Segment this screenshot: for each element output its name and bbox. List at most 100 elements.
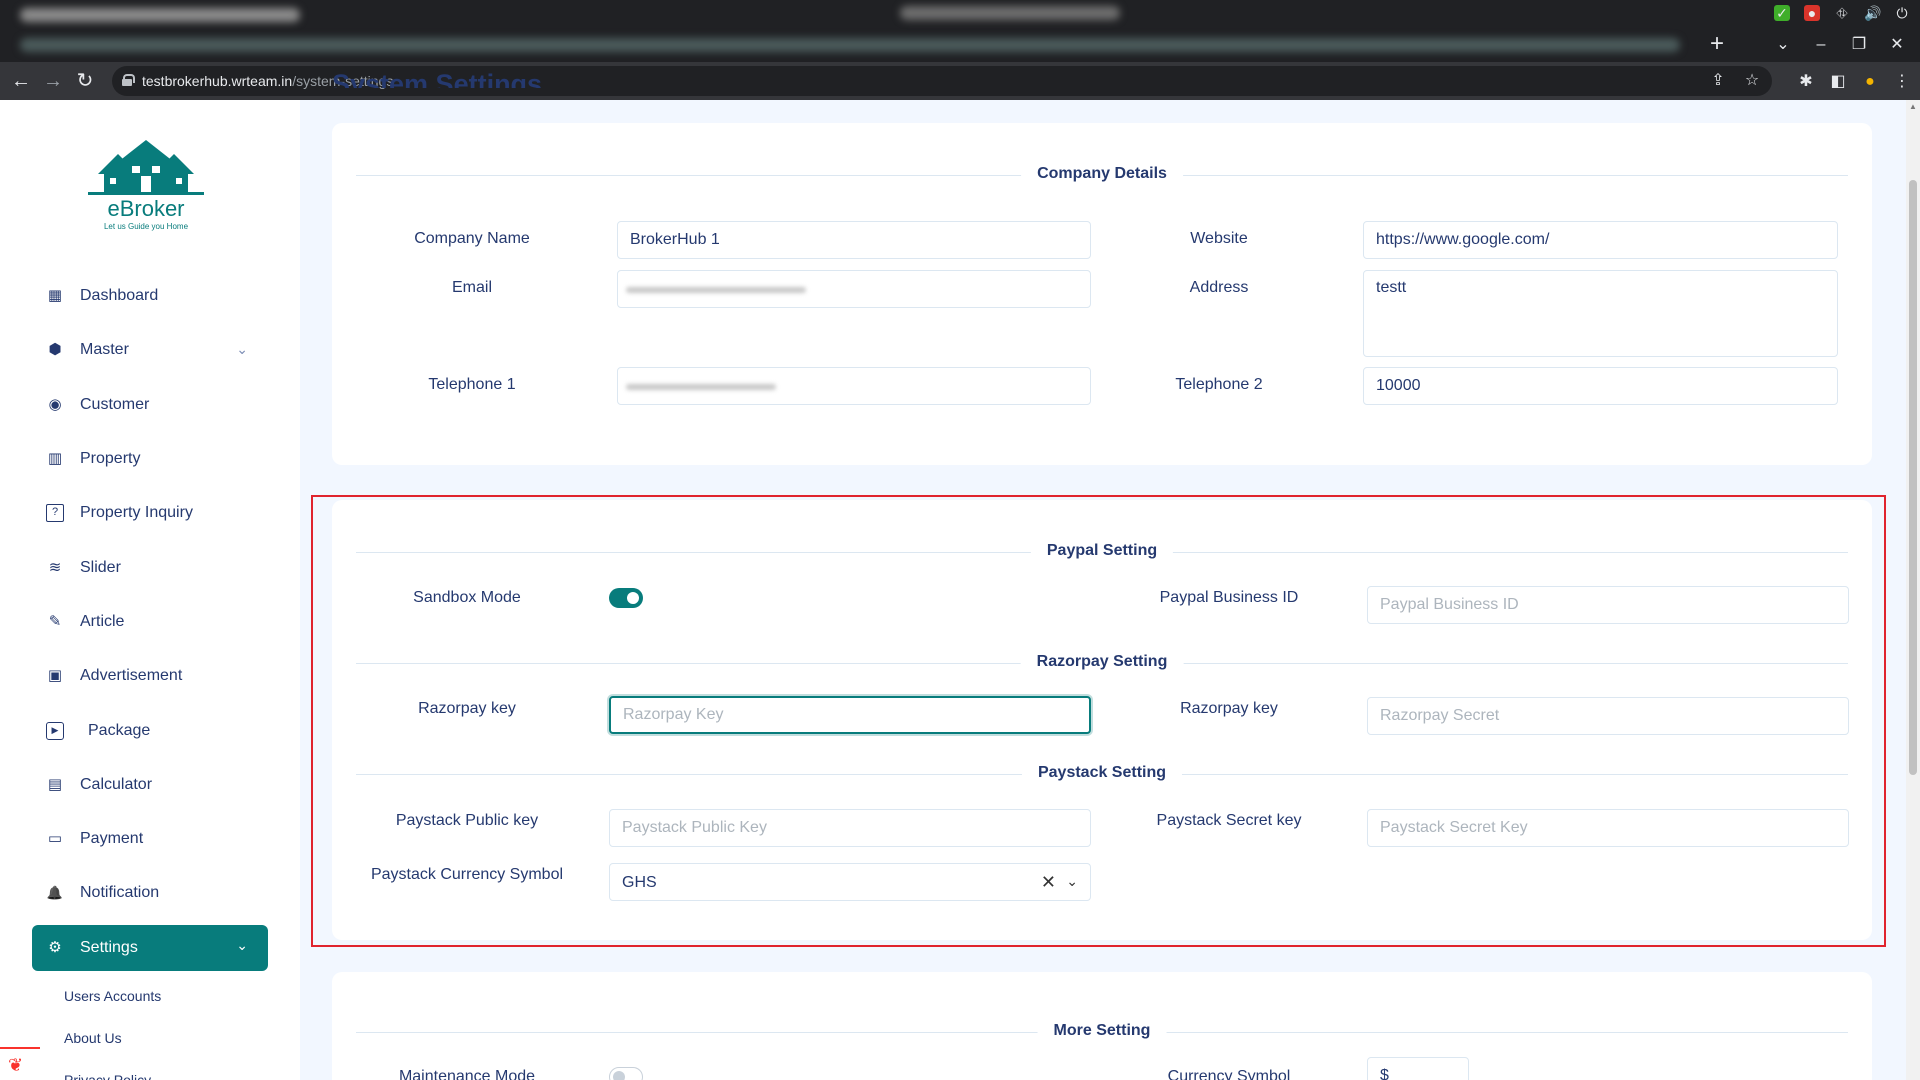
- highlight-box: [311, 495, 1886, 947]
- company-details-heading: Company Details: [356, 165, 1848, 185]
- telephone1-input[interactable]: [617, 367, 1091, 405]
- dashboard-icon: ▦: [47, 287, 63, 305]
- blurred-phone: [626, 384, 776, 390]
- sidebar-item-label: Property: [80, 450, 141, 468]
- submenu-item-about-us[interactable]: About Us: [64, 1017, 268, 1059]
- power-icon[interactable]: ⏻: [1894, 5, 1910, 21]
- restore-icon[interactable]: ❐: [1850, 35, 1868, 55]
- currency-symbol-input[interactable]: [1367, 1057, 1469, 1080]
- sidebar-item-article[interactable]: ✎ Article: [32, 595, 268, 649]
- house-logo-icon: [88, 140, 204, 195]
- calculator-icon: ▤: [47, 775, 63, 793]
- email-label: Email: [451, 279, 492, 296]
- browser-menu-icon[interactable]: ⋮: [1892, 72, 1912, 92]
- sidebar-item-label: Payment: [80, 830, 144, 848]
- sidebar-item-label: Customer: [80, 395, 150, 413]
- browser-tab-strip: ✓ ● ⛗ 🔊 ⏻ + ⌄ – ❐ ✕: [0, 0, 1920, 62]
- network-icon[interactable]: ⛗: [1834, 5, 1850, 21]
- sidebar-item-label: Advertisement: [80, 667, 183, 685]
- company-name-label: Company Name: [414, 230, 530, 247]
- laravel-debugbar[interactable]: ❦: [0, 1047, 40, 1080]
- blurred-tab: [20, 8, 300, 22]
- minimize-icon[interactable]: –: [1812, 35, 1830, 55]
- window-controls: ⌄ – ❐ ✕: [1774, 34, 1920, 56]
- sidebar-item-customer[interactable]: ◉ Customer: [32, 378, 268, 432]
- submenu-item-privacy-policy[interactable]: Privacy Policy: [64, 1059, 268, 1080]
- email-input[interactable]: [617, 270, 1091, 308]
- settings-submenu: Users Accounts About Us Privacy Policy: [32, 975, 268, 1080]
- blurred-tab: [900, 6, 1120, 20]
- brand-tagline: Let us Guide you Home: [103, 222, 189, 231]
- sidebar-item-advertisement[interactable]: ▣ Advertisement: [32, 649, 268, 703]
- sliders-icon: ≋: [48, 558, 62, 576]
- sidebar-item-master[interactable]: ⬢ Master ⌄: [32, 323, 268, 377]
- new-tab-button[interactable]: +: [1710, 32, 1724, 56]
- company-details-card: Company Details Company Name Website Ema…: [332, 123, 1872, 465]
- blurred-email: [626, 287, 806, 293]
- sidebar-item-notification[interactable]: 🔔 Notification: [32, 866, 268, 920]
- company-name-input[interactable]: [617, 221, 1091, 259]
- cash-icon: ▭: [47, 830, 63, 848]
- website-input[interactable]: [1363, 221, 1838, 259]
- volume-icon[interactable]: 🔊: [1864, 5, 1881, 21]
- more-setting-card: More Setting Maintenance Mode Currency S…: [332, 972, 1872, 1080]
- close-icon[interactable]: ✕: [1888, 35, 1906, 55]
- scrollbar-thumb[interactable]: [1909, 180, 1917, 775]
- sidebar-menu: ▦ Dashboard ⬢ Master ⌄ ◉ Customer ▥ Property …: [32, 269, 268, 1080]
- submenu-item-users-accounts[interactable]: Users Accounts: [64, 975, 268, 1017]
- address-bar: ← → ↻ testbrokerhub.wrteam.in/system-set…: [0, 62, 1920, 100]
- share-icon[interactable]: ⇪: [1708, 71, 1728, 91]
- recorder-icon[interactable]: ●: [1804, 5, 1820, 21]
- sidebar-item-label: Calculator: [80, 775, 153, 793]
- website-label: Website: [1190, 230, 1248, 247]
- sidebar-item-calculator[interactable]: ▤ Calculator: [32, 758, 268, 812]
- video-box-icon: ▶: [46, 721, 64, 740]
- side-panel-icon[interactable]: ◧: [1828, 72, 1848, 92]
- section-title: More Setting: [1037, 1022, 1167, 1040]
- sidebar-item-package[interactable]: ▶ Package: [32, 703, 268, 757]
- sidebar-item-property[interactable]: ▥ Property: [32, 432, 268, 486]
- ebroker-logo[interactable]: eBroker Let us Guide you Home: [88, 136, 204, 236]
- sidebar-item-label: Slider: [80, 558, 121, 576]
- tab-search-icon[interactable]: ⌄: [1774, 35, 1792, 55]
- sidebar-item-label: Settings: [80, 938, 138, 956]
- scroll-up-icon[interactable]: ▲: [1909, 102, 1917, 111]
- brand-name: eBroker: [107, 196, 185, 221]
- telephone1-label: Telephone 1: [428, 376, 516, 393]
- more-setting-heading: More Setting: [356, 1022, 1848, 1042]
- profile-avatar-icon[interactable]: ●: [1860, 72, 1880, 92]
- sidebar-item-label: Master: [80, 341, 129, 359]
- maintenance-mode-toggle[interactable]: [609, 1067, 643, 1080]
- system-tray: ✓ ● ⛗ 🔊 ⏻: [1774, 4, 1910, 22]
- chevron-down-icon: ⌄: [236, 936, 248, 953]
- sidebar-item-dashboard[interactable]: ▦ Dashboard: [32, 269, 268, 323]
- address-textarea[interactable]: testt: [1363, 270, 1838, 357]
- sidebar-item-property-inquiry[interactable]: ? Property Inquiry: [32, 486, 268, 540]
- sidebar-item-label: Dashboard: [80, 287, 159, 305]
- section-title: Company Details: [1021, 165, 1183, 183]
- forward-icon[interactable]: →: [40, 68, 66, 94]
- check-icon[interactable]: ✓: [1774, 5, 1790, 21]
- ad-icon: ▣: [47, 667, 63, 685]
- sidebar-item-label: Article: [80, 612, 125, 630]
- page-scrollbar[interactable]: ▲: [1906, 100, 1920, 1080]
- blurred-tabs: [20, 38, 1680, 52]
- maintenance-mode-label: Maintenance Mode: [398, 1068, 536, 1080]
- sidebar-item-slider[interactable]: ≋ Slider: [32, 540, 268, 594]
- lock-icon: [122, 74, 135, 86]
- sidebar-item-label: Package: [88, 721, 151, 739]
- sidebar-item-settings[interactable]: ⚙ Settings ⌄: [32, 924, 268, 971]
- telephone2-input[interactable]: [1363, 367, 1838, 405]
- sidebar-item-payment[interactable]: ▭ Payment: [32, 812, 268, 866]
- back-icon[interactable]: ←: [8, 68, 34, 94]
- reload-icon[interactable]: ↻: [72, 68, 98, 94]
- bookmark-star-icon[interactable]: ☆: [1742, 71, 1762, 91]
- hexagon-icon: ⬢: [48, 341, 62, 359]
- extensions-icon[interactable]: ✱: [1796, 72, 1816, 92]
- pen-icon: ✎: [48, 612, 62, 630]
- question-square-icon: ?: [46, 504, 64, 523]
- page-title: System Settings: [332, 69, 543, 88]
- gear-icon: ⚙: [48, 938, 62, 956]
- sidebar-item-label: Notification: [80, 884, 160, 902]
- user-circle-icon: ◉: [48, 395, 62, 413]
